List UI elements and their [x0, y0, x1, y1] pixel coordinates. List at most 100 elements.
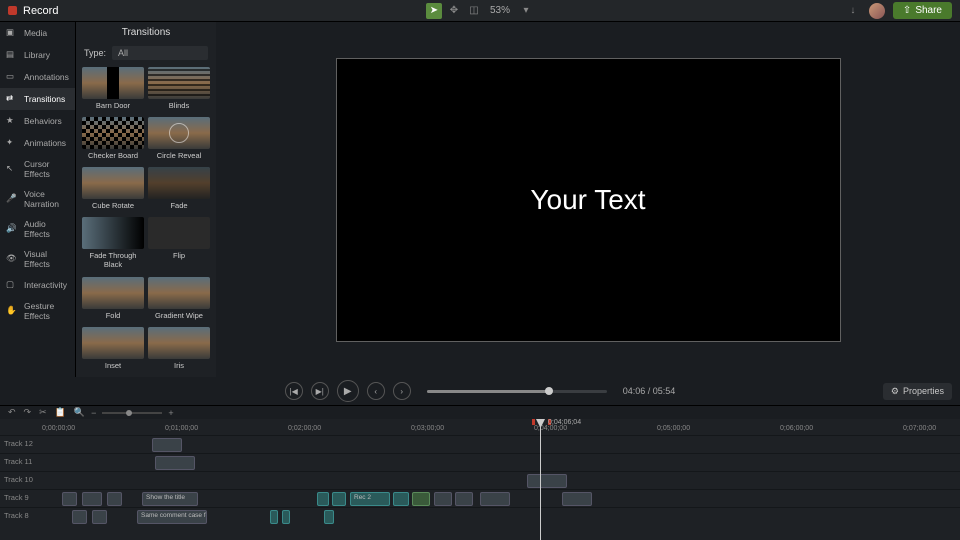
- zoom-plus[interactable]: +: [168, 408, 173, 418]
- transition-gradient-wipe[interactable]: Gradient Wipe: [148, 277, 210, 323]
- clip[interactable]: [393, 492, 409, 506]
- track-body[interactable]: [42, 472, 960, 489]
- drag-tool-icon[interactable]: ✥: [446, 3, 462, 19]
- clip[interactable]: [562, 492, 592, 506]
- sidebar-item-gesture-effects[interactable]: ✋Gesture Effects: [0, 296, 75, 326]
- clip[interactable]: [455, 492, 473, 506]
- ruler-mark: 0;00;00;00: [42, 425, 75, 432]
- track-header[interactable]: Track 10: [0, 472, 42, 489]
- clip[interactable]: [62, 492, 77, 506]
- clip[interactable]: [107, 492, 122, 506]
- clip[interactable]: [480, 492, 510, 506]
- track-header[interactable]: Track 8: [0, 508, 42, 525]
- timeline-toolbar: ↶ ↷ ✂ 📋 🔍 − +: [0, 405, 960, 419]
- download-icon[interactable]: ↓: [845, 3, 861, 19]
- sidebar-item-media[interactable]: ▣Media: [0, 22, 75, 44]
- sidebar-item-library[interactable]: ▤Library: [0, 44, 75, 66]
- next-marker-button[interactable]: ›: [393, 382, 411, 400]
- clip[interactable]: [270, 510, 278, 524]
- track-body[interactable]: Show the title Rec 2: [42, 490, 960, 507]
- clip[interactable]: [434, 492, 452, 506]
- clip[interactable]: [72, 510, 87, 524]
- timeline[interactable]: 0;00;00;000;01;00;000;02;00;000;03;00;00…: [0, 419, 960, 540]
- zoom-percent[interactable]: 53%: [486, 5, 514, 16]
- properties-button[interactable]: ⚙ Properties: [883, 383, 952, 400]
- transition-label: Fold: [106, 311, 121, 320]
- cut-icon[interactable]: ✂: [39, 407, 47, 418]
- sidebar-item-label: Annotations: [24, 72, 69, 82]
- transition-cube-rotate[interactable]: Cube Rotate: [82, 167, 144, 213]
- clip[interactable]: [155, 456, 195, 470]
- clip[interactable]: Same comment case for: [137, 510, 207, 524]
- clip[interactable]: [152, 438, 182, 452]
- sidebar-item-annotations[interactable]: ▭Annotations: [0, 66, 75, 88]
- clip[interactable]: [82, 492, 102, 506]
- playback-bar: |◀ ▶| ▶ ‹ › 04:06 / 05:54 ⚙ Properties: [0, 377, 960, 405]
- track-body[interactable]: [42, 436, 960, 453]
- track-body[interactable]: Same comment case for: [42, 508, 960, 525]
- clip[interactable]: [282, 510, 290, 524]
- transition-fade[interactable]: Fade: [148, 167, 210, 213]
- next-frame-button[interactable]: ▶|: [311, 382, 329, 400]
- clip[interactable]: Show the title: [142, 492, 198, 506]
- sidebar-item-label: Voice Narration: [24, 189, 69, 209]
- clip[interactable]: [92, 510, 107, 524]
- redo-icon[interactable]: ↷: [24, 407, 32, 418]
- track-body[interactable]: [42, 454, 960, 471]
- ruler-mark: 0;07;00;00: [903, 425, 936, 432]
- sidebar-item-visual-effects[interactable]: 👁Visual Effects: [0, 244, 75, 274]
- prev-frame-button[interactable]: |◀: [285, 382, 303, 400]
- transition-label: Fade: [170, 201, 187, 210]
- transition-label: Cube Rotate: [92, 201, 134, 210]
- play-button[interactable]: ▶: [337, 380, 359, 402]
- clip[interactable]: [527, 474, 567, 488]
- transition-iris[interactable]: Iris: [148, 327, 210, 373]
- sidebar-item-cursor-effects[interactable]: ↖Cursor Effects: [0, 154, 75, 184]
- track-header[interactable]: Track 12: [0, 436, 42, 453]
- pointer-tool-icon[interactable]: ➤: [426, 3, 442, 19]
- transitions-grid[interactable]: Barn Door BlindsChecker BoardCircle Revea…: [76, 63, 216, 377]
- preview-canvas[interactable]: Your Text: [336, 58, 841, 342]
- share-button[interactable]: ⇧ Share: [893, 2, 952, 19]
- transition-label: Barn Door: [96, 101, 130, 110]
- record-button[interactable]: Record: [8, 5, 58, 17]
- clip[interactable]: [412, 492, 430, 506]
- transition-fold[interactable]: Fold: [82, 277, 144, 323]
- avatar[interactable]: [869, 3, 885, 19]
- clip[interactable]: [332, 492, 346, 506]
- track-header[interactable]: Track 11: [0, 454, 42, 471]
- clip[interactable]: [317, 492, 329, 506]
- zoom-out-icon[interactable]: 🔍: [74, 407, 85, 418]
- zoom-thumb[interactable]: [126, 410, 132, 416]
- transition-checker-board[interactable]: Checker Board: [82, 117, 144, 163]
- zoom-minus[interactable]: −: [91, 408, 96, 418]
- transition-flip[interactable]: Flip: [148, 217, 210, 272]
- zoom-slider[interactable]: [102, 412, 162, 414]
- prev-marker-button[interactable]: ‹: [367, 382, 385, 400]
- seek-bar[interactable]: [427, 390, 607, 393]
- filter-select[interactable]: All: [112, 46, 208, 60]
- timeline-ruler[interactable]: 0;00;00;000;01;00;000;02;00;000;03;00;00…: [42, 419, 960, 435]
- undo-icon[interactable]: ↶: [8, 407, 16, 418]
- sidebar-item-label: Gesture Effects: [24, 301, 69, 321]
- sidebar-item-transitions[interactable]: ⇄Transitions: [0, 88, 75, 110]
- playhead[interactable]: [540, 419, 541, 540]
- sidebar-item-audio-effects[interactable]: 🔊Audio Effects: [0, 214, 75, 244]
- sidebar-item-interactivity[interactable]: ▢Interactivity: [0, 274, 75, 296]
- transition-barn-door[interactable]: Barn Door: [82, 67, 144, 113]
- track-header[interactable]: Track 9: [0, 490, 42, 507]
- transition-circle-reveal[interactable]: Circle Reveal: [148, 117, 210, 163]
- seek-thumb[interactable]: [545, 387, 553, 395]
- transition-inset[interactable]: Inset: [82, 327, 144, 373]
- clip[interactable]: [324, 510, 334, 524]
- sidebar-item-voice-narration[interactable]: 🎤Voice Narration: [0, 184, 75, 214]
- clip[interactable]: Rec 2: [350, 492, 390, 506]
- sidebar-item-behaviors[interactable]: ★Behaviors: [0, 110, 75, 132]
- paste-icon[interactable]: 📋: [55, 407, 66, 418]
- zoom-dropdown-icon[interactable]: ▾: [518, 3, 534, 19]
- transition-thumb: [148, 67, 210, 99]
- transition-fade-through-black[interactable]: Fade Through Black: [82, 217, 144, 272]
- sidebar-item-animations[interactable]: ✦Animations: [0, 132, 75, 154]
- transition-blinds[interactable]: Blinds: [148, 67, 210, 113]
- crop-tool-icon[interactable]: ◫: [466, 3, 482, 19]
